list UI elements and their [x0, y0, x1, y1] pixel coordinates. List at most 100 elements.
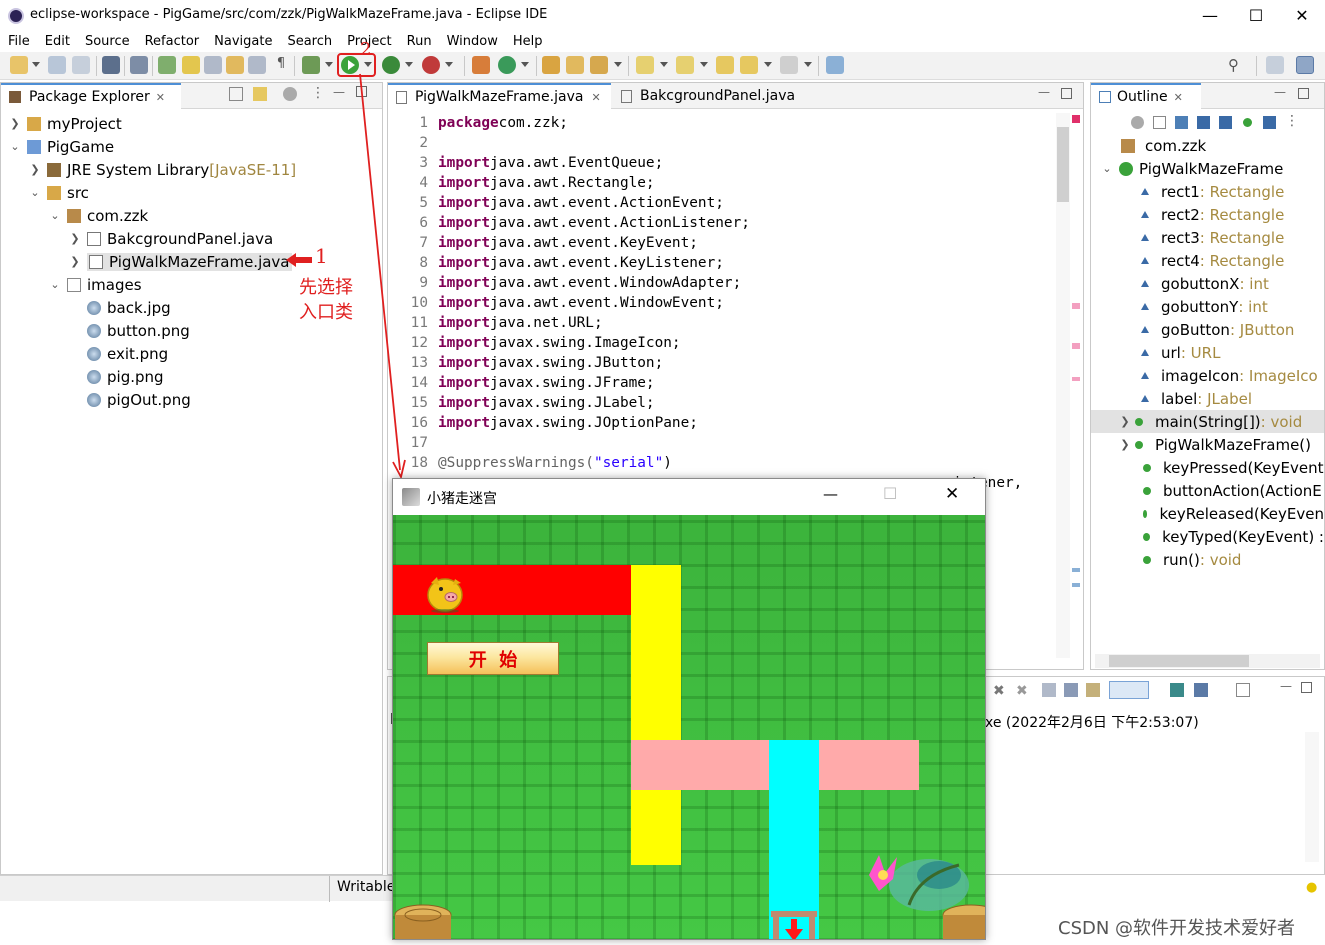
- toggle-breadcrumb-icon[interactable]: [158, 56, 176, 74]
- expand-arrow-icon[interactable]: ❯: [1119, 438, 1131, 451]
- search-icon[interactable]: ⚲: [1228, 56, 1246, 74]
- mark-occurrences-icon[interactable]: [182, 56, 200, 74]
- overview-marker[interactable]: [1072, 377, 1080, 381]
- menu-help[interactable]: Help: [513, 34, 543, 49]
- external-tools-icon[interactable]: [422, 56, 440, 74]
- outline-member[interactable]: gobuttonY : int: [1091, 295, 1324, 318]
- hide-fields-icon[interactable]: [1197, 116, 1210, 129]
- save-icon[interactable]: [48, 56, 66, 74]
- menu-file[interactable]: File: [8, 34, 30, 49]
- outline-member[interactable]: url : URL: [1091, 341, 1324, 364]
- start-button[interactable]: 开 始: [427, 642, 559, 675]
- pin-console-icon[interactable]: [1109, 681, 1149, 699]
- maximize-view-icon[interactable]: [1301, 682, 1312, 693]
- maximize-view-icon[interactable]: [1061, 88, 1072, 99]
- scrollbar-thumb[interactable]: [1109, 655, 1249, 667]
- last-edit-icon[interactable]: [716, 56, 734, 74]
- overview-marker[interactable]: [1072, 303, 1080, 309]
- filter-icon[interactable]: [1131, 116, 1144, 129]
- overview-marker[interactable]: [1072, 583, 1080, 587]
- game-close-button[interactable]: ✕: [945, 484, 959, 504]
- tree-item-src[interactable]: ⌄ src: [1, 181, 382, 204]
- outline-member[interactable]: ❯ PigWalkMazeFrame(): [1091, 433, 1324, 456]
- close-button[interactable]: ✕: [1279, 0, 1325, 30]
- open-type-icon[interactable]: [542, 56, 560, 74]
- new-class-icon[interactable]: [498, 56, 516, 74]
- tab-pigwalkmazeframe[interactable]: PigWalkMazeFrame.java ✕: [388, 83, 611, 109]
- new-icon[interactable]: [10, 56, 28, 74]
- open-console-icon[interactable]: [1194, 683, 1208, 697]
- outline-member[interactable]: keyTyped(KeyEvent) :: [1091, 525, 1324, 548]
- menu-window[interactable]: Window: [447, 34, 498, 49]
- pin-editor-icon[interactable]: [826, 56, 844, 74]
- view-menu-icon[interactable]: ⋮: [311, 85, 325, 101]
- back-dropdown-icon[interactable]: [764, 62, 772, 67]
- tree-item-exit-png[interactable]: exit.png: [1, 342, 382, 365]
- tab-package-explorer[interactable]: Package Explorer ✕: [1, 83, 181, 109]
- expand-arrow-icon[interactable]: ❯: [69, 255, 81, 268]
- outline-member[interactable]: run() : void: [1091, 548, 1324, 571]
- tree-item-myproject[interactable]: ❯ myProject: [1, 112, 382, 135]
- search-tool-icon[interactable]: [590, 56, 608, 74]
- close-tab-icon[interactable]: ✕: [1174, 91, 1183, 104]
- outline-member[interactable]: label : JLabel: [1091, 387, 1324, 410]
- search-dropdown-icon[interactable]: [614, 62, 622, 67]
- tree-item-package[interactable]: ⌄ com.zzk: [1, 204, 382, 227]
- next-annotation-dropdown-icon[interactable]: [660, 62, 668, 67]
- code-area[interactable]: 1 package com.zzk; 2 3 import java.awt.Event…: [398, 113, 1038, 493]
- tab-bakcgroundpanel[interactable]: BakcgroundPanel.java: [613, 83, 813, 109]
- outline-member[interactable]: keyReleased(KeyEven: [1091, 502, 1324, 525]
- outline-horizontal-scrollbar[interactable]: [1095, 654, 1320, 668]
- overview-marker[interactable]: [1072, 568, 1080, 572]
- new-console-icon[interactable]: [1236, 683, 1250, 697]
- run-dropdown-icon[interactable]: [364, 62, 372, 67]
- tree-item-pig-png[interactable]: pig.png: [1, 365, 382, 388]
- view-menu-icon[interactable]: ⋮: [1285, 113, 1299, 129]
- menu-refactor[interactable]: Refactor: [145, 34, 200, 49]
- tab-outline[interactable]: Outline ✕: [1091, 83, 1201, 109]
- prev-annotation-dropdown-icon[interactable]: [700, 62, 708, 67]
- show-whitespace-icon[interactable]: [248, 56, 266, 74]
- expand-arrow-icon[interactable]: ❯: [9, 117, 21, 130]
- back-icon[interactable]: [740, 56, 758, 74]
- minimize-view-icon[interactable]: —: [1274, 85, 1286, 99]
- next-annotation-icon[interactable]: [636, 56, 654, 74]
- skip-breakpoints-icon[interactable]: [130, 56, 148, 74]
- collapse-all-icon[interactable]: [229, 87, 243, 101]
- external-tools-dropdown-icon[interactable]: [445, 62, 453, 67]
- close-tab-icon[interactable]: ✕: [156, 91, 165, 104]
- menu-edit[interactable]: Edit: [45, 34, 70, 49]
- maximize-view-icon[interactable]: [1298, 88, 1309, 99]
- sort-icon[interactable]: [1175, 116, 1188, 129]
- lightbulb-icon[interactable]: ●: [1306, 880, 1320, 895]
- debug-dropdown-icon[interactable]: [325, 62, 333, 67]
- collapse-arrow-icon[interactable]: ⌄: [9, 140, 21, 153]
- link-editor-icon[interactable]: [253, 87, 267, 101]
- coverage-dropdown-icon[interactable]: [405, 62, 413, 67]
- forward-icon[interactable]: [780, 56, 798, 74]
- word-wrap-icon[interactable]: [226, 56, 244, 74]
- outline-member[interactable]: ❯ main(String[]) : void: [1091, 410, 1324, 433]
- editor-vertical-scrollbar[interactable]: [1056, 113, 1070, 658]
- expand-arrow-icon[interactable]: ❯: [1119, 415, 1131, 428]
- scroll-lock-icon[interactable]: [1064, 683, 1078, 697]
- forward-dropdown-icon[interactable]: [804, 62, 812, 67]
- outline-member[interactable]: imageIcon : ImageIco: [1091, 364, 1324, 387]
- minimize-button[interactable]: —: [1187, 0, 1233, 30]
- outline-member[interactable]: rect1 : Rectangle: [1091, 180, 1324, 203]
- minimize-view-icon[interactable]: —: [1038, 85, 1050, 99]
- collapse-arrow-icon[interactable]: ⌄: [49, 209, 61, 222]
- collapse-arrow-icon[interactable]: ⌄: [1101, 162, 1113, 175]
- new-dropdown-icon[interactable]: [32, 62, 40, 67]
- collapse-all-icon[interactable]: [1153, 116, 1166, 129]
- tree-item-jre-library[interactable]: ❯ JRE System Library [JavaSE-11]: [1, 158, 382, 181]
- new-java-project-icon[interactable]: [472, 56, 490, 74]
- open-folder-icon[interactable]: [566, 56, 584, 74]
- hide-local-types-icon[interactable]: [1263, 116, 1276, 129]
- tree-item-pigout-png[interactable]: pigOut.png: [1, 388, 382, 411]
- save-all-icon[interactable]: [72, 56, 90, 74]
- outline-class[interactable]: ⌄ PigWalkMazeFrame: [1091, 157, 1324, 180]
- clear-console-icon[interactable]: [1042, 683, 1056, 697]
- outline-member[interactable]: keyPressed(KeyEvent: [1091, 456, 1324, 479]
- menu-search[interactable]: Search: [287, 34, 332, 49]
